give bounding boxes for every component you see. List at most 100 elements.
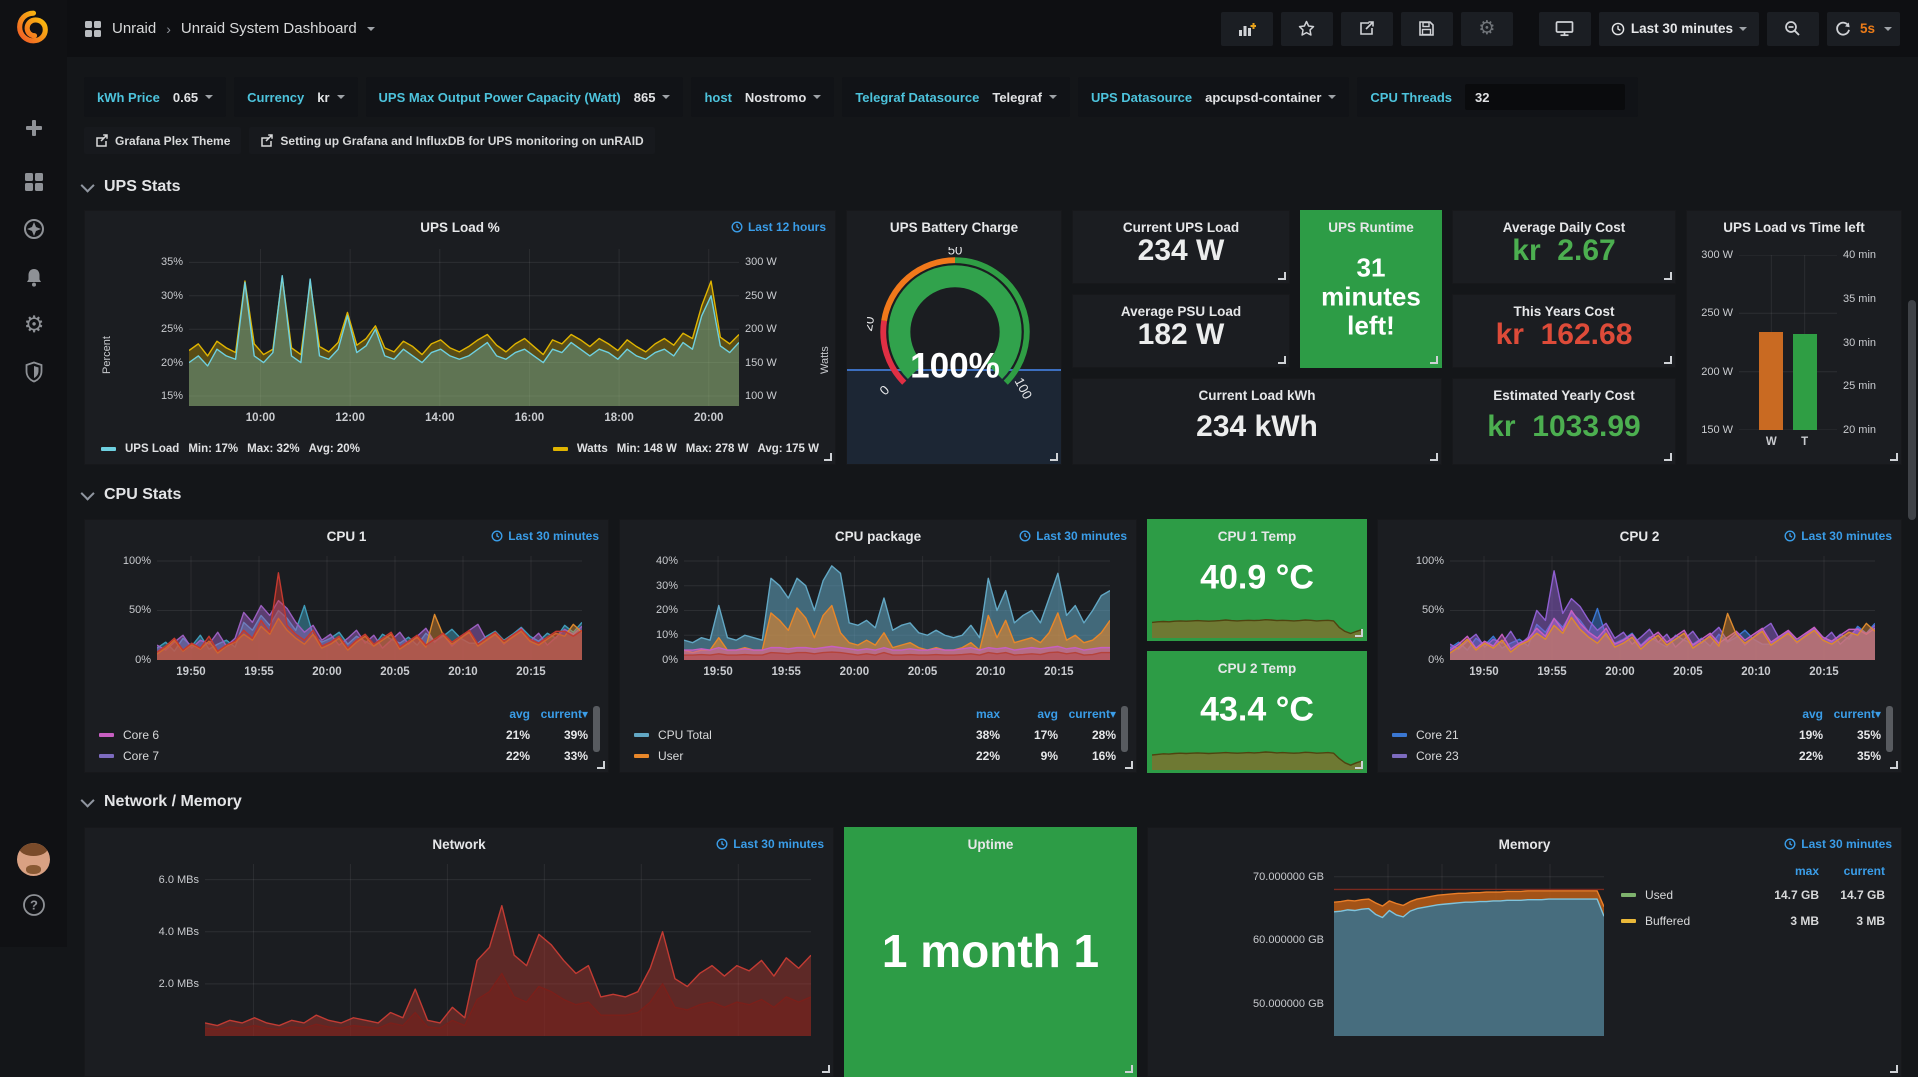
cpu2-chart[interactable] xyxy=(1450,556,1875,660)
legend-series-name[interactable]: Core 7 xyxy=(99,749,472,763)
share-dashboard-button[interactable] xyxy=(1341,12,1393,46)
sidebar-item-server-admin[interactable] xyxy=(22,360,46,384)
sidebar-item-help[interactable]: ? xyxy=(22,893,46,917)
legend-sort-avg[interactable]: avg xyxy=(472,707,530,721)
save-dashboard-button[interactable] xyxy=(1401,12,1453,46)
legend-sort-current[interactable]: current xyxy=(1819,864,1885,878)
sidebar-item-create[interactable] xyxy=(22,116,46,140)
stat-title[interactable]: This Years Cost xyxy=(1453,304,1675,319)
sidebar-item-alerting[interactable] xyxy=(22,265,46,289)
panel-title[interactable]: UPS Load vs Time left xyxy=(1687,220,1901,235)
legend-scrollbar[interactable] xyxy=(593,706,600,752)
legend-series-name[interactable]: Buffered xyxy=(1621,914,1753,928)
axis-tick-label: 50% xyxy=(129,604,151,616)
dashboard-settings-button[interactable]: ⚙ xyxy=(1461,12,1513,46)
stat-title[interactable]: Uptime xyxy=(845,837,1136,852)
panel-time-override[interactable]: Last 12 hours xyxy=(731,220,826,234)
legend-scrollbar[interactable] xyxy=(1886,706,1893,752)
legend-sort-avg[interactable]: avg xyxy=(1000,707,1058,721)
axis-tick-label: 200 W xyxy=(1701,366,1733,378)
panel-time-override[interactable]: Last 30 minutes xyxy=(716,837,824,851)
breadcrumb-caret-icon[interactable] xyxy=(367,27,375,31)
bar-chart-grid[interactable] xyxy=(1739,255,1837,430)
variable-ups-datasource[interactable]: UPS Datasource apcupsd-container xyxy=(1078,77,1349,117)
stat-title[interactable]: Current Load kWh xyxy=(1073,388,1441,403)
legend-sort-current[interactable]: current▾ xyxy=(1823,707,1881,721)
legend-series-name[interactable]: User xyxy=(634,749,942,763)
panel-time-override[interactable]: Last 30 minutes xyxy=(1784,837,1892,851)
legend-ups-load[interactable]: UPS Load Min: 17% Max: 32% Avg: 20% xyxy=(101,443,360,455)
variable-host[interactable]: host Nostromo xyxy=(691,77,834,117)
stat-title[interactable]: CPU 2 Temp xyxy=(1148,661,1366,676)
legend-sort-current[interactable]: current▾ xyxy=(530,707,588,721)
stat-title[interactable]: Average Daily Cost xyxy=(1453,220,1675,235)
stat-title[interactable]: CPU 1 Temp xyxy=(1148,529,1366,544)
panel-title[interactable]: UPS Load % xyxy=(85,220,835,235)
dashboard-grid-icon[interactable] xyxy=(84,20,102,38)
legend-series-name[interactable]: Watts xyxy=(577,443,608,455)
cpu-package-chart[interactable] xyxy=(684,556,1110,660)
grafana-logo[interactable] xyxy=(13,8,54,49)
zoom-out-time-button[interactable] xyxy=(1767,12,1819,46)
legend-series-name[interactable]: UPS Load xyxy=(125,443,179,455)
bar-time-left[interactable] xyxy=(1793,334,1818,430)
panel-cpu1-temp: CPU 1 Temp 40.9 °C xyxy=(1147,519,1367,641)
gear-icon: ⚙ xyxy=(24,313,45,336)
panel-title[interactable]: UPS Battery Charge xyxy=(847,220,1061,235)
stat-title[interactable]: Current UPS Load xyxy=(1073,220,1289,235)
legend-scrollbar[interactable] xyxy=(1121,706,1128,752)
link-grafana-plex-theme[interactable]: Grafana Plex Theme xyxy=(84,127,241,154)
y-axis-left: 6.0 MBs4.0 MBs2.0 MBs xyxy=(143,864,199,1036)
axis-tick-label: 19:50 xyxy=(176,666,205,678)
panel-time-override[interactable]: Last 30 minutes xyxy=(491,529,599,543)
user-avatar[interactable] xyxy=(17,843,50,876)
network-chart[interactable] xyxy=(205,864,811,1036)
variable-telegraf-datasource[interactable]: Telegraf Datasource Telegraf xyxy=(842,77,1070,117)
axis-tick-label: 20:00 xyxy=(312,666,341,678)
section-title: Network / Memory xyxy=(104,793,242,811)
axis-tick-label: 14:00 xyxy=(425,412,454,424)
time-range-picker[interactable]: Last 30 minutes xyxy=(1599,12,1759,46)
panel-time-override[interactable]: Last 30 minutes xyxy=(1019,529,1127,543)
ups-load-chart[interactable] xyxy=(189,249,739,406)
cycle-view-mode-button[interactable] xyxy=(1539,12,1591,46)
memory-chart[interactable] xyxy=(1334,864,1604,1036)
sidebar-item-explore[interactable] xyxy=(22,217,46,241)
add-panel-button[interactable] xyxy=(1221,12,1273,46)
cpu-threads-input[interactable]: 32 xyxy=(1465,84,1625,110)
star-dashboard-button[interactable] xyxy=(1281,12,1333,46)
dashboards-icon xyxy=(24,172,44,192)
legend-series-name[interactable]: Core 23 xyxy=(1392,749,1765,763)
link-ups-monitoring-guide[interactable]: Setting up Grafana and InfluxDB for UPS … xyxy=(249,127,654,154)
variable-ups-max-watt[interactable]: UPS Max Output Power Capacity (Watt) 865 xyxy=(366,77,684,117)
section-header-network-memory[interactable]: Network / Memory xyxy=(84,793,242,811)
breadcrumb-page-title[interactable]: Unraid System Dashboard xyxy=(181,20,357,37)
section-header-cpu-stats[interactable]: CPU Stats xyxy=(84,486,181,504)
legend-sort-max[interactable]: max xyxy=(1753,864,1819,878)
stat-title[interactable]: UPS Runtime xyxy=(1301,220,1441,235)
legend-series-name[interactable]: Core 21 xyxy=(1392,728,1765,742)
variable-kwh-price[interactable]: kWh Price 0.65 xyxy=(84,77,226,117)
sidebar-item-dashboards[interactable] xyxy=(22,170,46,194)
legend-series-name[interactable]: Core 6 xyxy=(99,728,472,742)
breadcrumb-app[interactable]: Unraid xyxy=(112,20,156,37)
legend-series-name[interactable]: CPU Total xyxy=(634,728,942,742)
legend-series-name[interactable]: Used xyxy=(1621,888,1753,902)
sidebar-item-configuration[interactable]: ⚙ xyxy=(22,312,46,336)
stat-value: 43.4 °C xyxy=(1148,690,1366,729)
legend-sort-max[interactable]: max xyxy=(942,707,1000,721)
stat-title[interactable]: Estimated Yearly Cost xyxy=(1453,388,1675,403)
section-header-ups-stats[interactable]: UPS Stats xyxy=(84,178,180,196)
refresh-controls[interactable]: 5s xyxy=(1827,12,1900,46)
legend-sort-current[interactable]: current▾ xyxy=(1058,707,1116,721)
add-panel-icon xyxy=(1238,21,1256,37)
page-scrollbar[interactable] xyxy=(1908,300,1916,520)
legend-watts[interactable]: Watts Min: 148 W Max: 278 W Avg: 175 W xyxy=(553,443,819,455)
legend-sort-avg[interactable]: avg xyxy=(1765,707,1823,721)
panel-time-override[interactable]: Last 30 minutes xyxy=(1784,529,1892,543)
stat-title[interactable]: Average PSU Load xyxy=(1073,304,1289,319)
cpu1-chart[interactable] xyxy=(157,556,582,660)
bar-watts[interactable] xyxy=(1759,332,1784,430)
variable-currency[interactable]: Currency kr xyxy=(234,77,357,117)
axis-tick-label: 20:10 xyxy=(448,666,477,678)
